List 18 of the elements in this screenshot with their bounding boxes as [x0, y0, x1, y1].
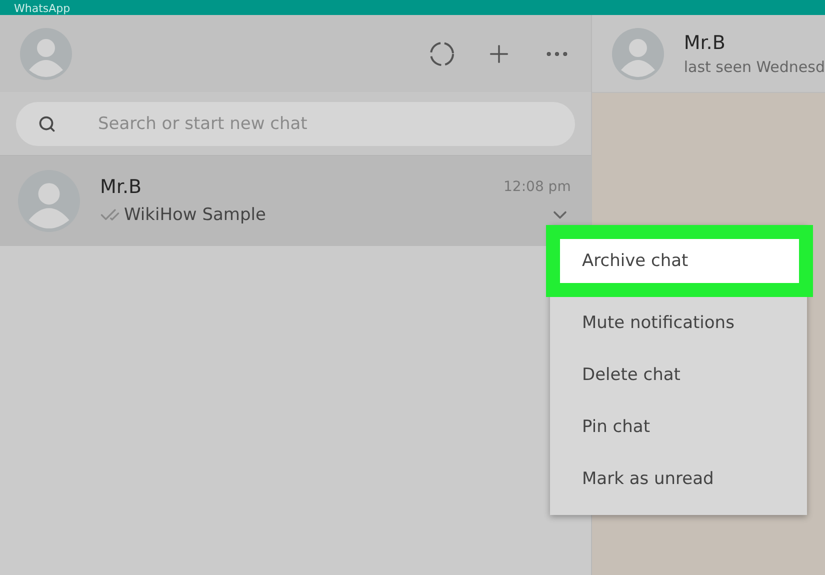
- avatar-icon: [612, 28, 664, 80]
- contact-name: Mr.B: [684, 32, 726, 54]
- menu-item[interactable]: Pin chat: [550, 401, 807, 453]
- menu-item[interactable]: Mark as unread: [550, 453, 807, 505]
- window-title: WhatsApp: [14, 3, 70, 15]
- menu-item[interactable]: Mute notifications: [550, 297, 807, 349]
- status-icon[interactable]: [428, 40, 455, 66]
- menu-item[interactable]: Delete chat: [550, 349, 807, 401]
- message-time: 12:08 pm: [504, 179, 571, 195]
- menu-item[interactable]: Archive chat: [560, 239, 799, 283]
- search-field[interactable]: Search or start new chat: [16, 102, 575, 146]
- avatar-icon: [20, 28, 72, 80]
- contact-name: Mr.B: [100, 176, 142, 198]
- last-seen-text: last seen Wednesd: [684, 58, 825, 76]
- search-icon: [38, 114, 56, 132]
- message-preview: WikiHow Sample: [124, 205, 266, 225]
- avatar-icon: [18, 170, 80, 232]
- chat-row[interactable]: Mr.B 12:08 pm WikiHow Sample: [0, 156, 591, 246]
